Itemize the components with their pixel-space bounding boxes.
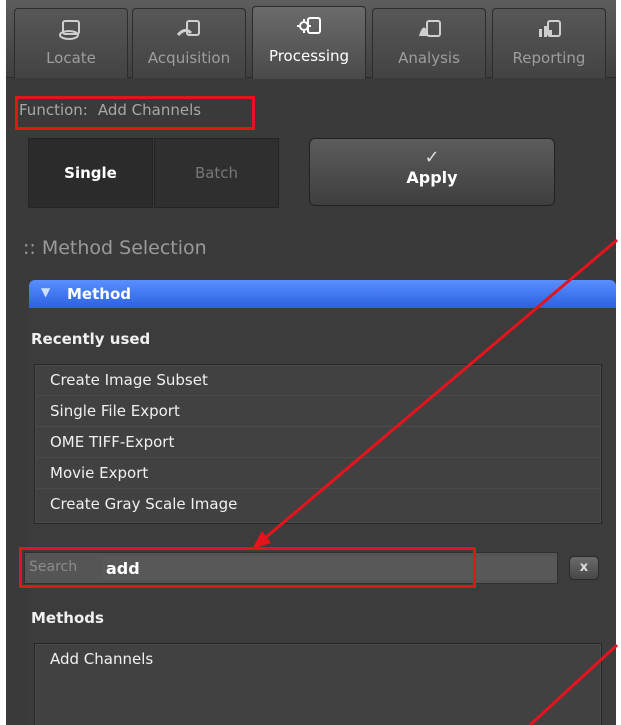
apply-button[interactable]: ✓ Apply [309,138,555,206]
checkmark-icon: ✓ [424,147,440,168]
reporting-icon [539,20,561,37]
main-tab-bar: Locate Acquisition Processing Analysis R… [6,0,616,79]
tab-label: Processing [268,47,350,65]
tab-label: Locate [46,49,96,67]
locate-icon [59,20,80,40]
function-highlight-box [15,96,255,130]
processing-icon [297,17,321,34]
list-item[interactable]: Create Gray Scale Image [35,489,601,520]
apply-label: Apply [406,168,458,187]
method-section-header[interactable]: ▼ Method [29,280,616,308]
single-mode-button[interactable]: Single [28,138,153,208]
methods-label: Methods [31,609,104,627]
acquisition-icon [176,20,200,37]
expand-arrow-icon: ▼ [41,285,51,299]
methods-list[interactable]: Add Channels [34,643,602,725]
tab-locate[interactable]: Locate [14,8,128,78]
list-item[interactable]: Create Image Subset [35,365,601,396]
list-item[interactable]: Single File Export [35,396,601,427]
tab-analysis[interactable]: Analysis [372,8,486,78]
method-header-label: Method [67,285,131,303]
tab-acquisition[interactable]: Acquisition [132,8,246,78]
search-highlight-box [19,547,476,588]
tab-label: Analysis [398,49,460,67]
tab-label: Reporting [512,49,586,67]
method-selection-title[interactable]: :: Method Selection [23,237,207,259]
recently-used-label: Recently used [31,330,151,348]
batch-mode-button[interactable]: Batch [154,138,279,208]
tab-processing[interactable]: Processing [252,6,366,79]
list-item[interactable]: Movie Export [35,458,601,489]
clear-search-button[interactable]: x [569,556,599,580]
list-item[interactable]: OME TIFF-Export [35,427,601,458]
list-item[interactable]: Add Channels [35,644,601,675]
analysis-icon [419,20,441,37]
tab-label: Acquisition [147,49,231,67]
tab-reporting[interactable]: Reporting [492,8,606,78]
recently-used-list[interactable]: Create Image Subset Single File Export O… [34,364,602,524]
